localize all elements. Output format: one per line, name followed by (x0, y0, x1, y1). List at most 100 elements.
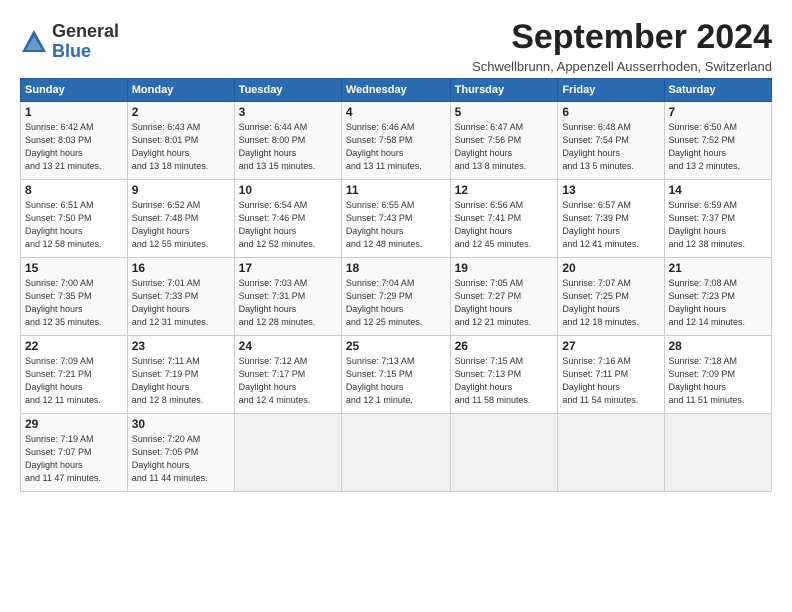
day-info: Sunrise: 6:44 AM Sunset: 8:00 PM Dayligh… (239, 121, 337, 173)
day-info: Sunrise: 7:05 AM Sunset: 7:27 PM Dayligh… (455, 277, 554, 329)
calendar-cell: 10 Sunrise: 6:54 AM Sunset: 7:46 PM Dayl… (234, 180, 341, 258)
day-info: Sunrise: 6:52 AM Sunset: 7:48 PM Dayligh… (132, 199, 230, 251)
page: General Blue September 2024 Schwellbrunn… (0, 0, 792, 612)
day-number: 29 (25, 417, 123, 431)
day-number: 8 (25, 183, 123, 197)
day-info: Sunrise: 7:12 AM Sunset: 7:17 PM Dayligh… (239, 355, 337, 407)
calendar-cell (234, 414, 341, 492)
calendar-cell: 5 Sunrise: 6:47 AM Sunset: 7:56 PM Dayli… (450, 102, 558, 180)
calendar-cell: 30 Sunrise: 7:20 AM Sunset: 7:05 PM Dayl… (127, 414, 234, 492)
calendar-cell: 25 Sunrise: 7:13 AM Sunset: 7:15 PM Dayl… (341, 336, 450, 414)
calendar-cell: 17 Sunrise: 7:03 AM Sunset: 7:31 PM Dayl… (234, 258, 341, 336)
calendar-cell: 23 Sunrise: 7:11 AM Sunset: 7:19 PM Dayl… (127, 336, 234, 414)
day-number: 9 (132, 183, 230, 197)
day-number: 7 (669, 105, 768, 119)
day-info: Sunrise: 7:18 AM Sunset: 7:09 PM Dayligh… (669, 355, 768, 407)
calendar-cell: 6 Sunrise: 6:48 AM Sunset: 7:54 PM Dayli… (558, 102, 664, 180)
weekday-header: Wednesday (341, 79, 450, 102)
day-number: 24 (239, 339, 337, 353)
calendar-cell: 2 Sunrise: 6:43 AM Sunset: 8:01 PM Dayli… (127, 102, 234, 180)
logo-blue: Blue (52, 42, 119, 62)
day-number: 17 (239, 261, 337, 275)
logo-text: General Blue (52, 22, 119, 62)
calendar-cell (664, 414, 772, 492)
day-number: 6 (562, 105, 659, 119)
day-info: Sunrise: 6:50 AM Sunset: 7:52 PM Dayligh… (669, 121, 768, 173)
day-number: 21 (669, 261, 768, 275)
day-number: 14 (669, 183, 768, 197)
calendar-week-row: 1 Sunrise: 6:42 AM Sunset: 8:03 PM Dayli… (21, 102, 772, 180)
calendar-cell: 20 Sunrise: 7:07 AM Sunset: 7:25 PM Dayl… (558, 258, 664, 336)
day-number: 10 (239, 183, 337, 197)
calendar-cell: 12 Sunrise: 6:56 AM Sunset: 7:41 PM Dayl… (450, 180, 558, 258)
day-info: Sunrise: 7:08 AM Sunset: 7:23 PM Dayligh… (669, 277, 768, 329)
day-info: Sunrise: 6:48 AM Sunset: 7:54 PM Dayligh… (562, 121, 659, 173)
calendar-cell: 24 Sunrise: 7:12 AM Sunset: 7:17 PM Dayl… (234, 336, 341, 414)
day-number: 4 (346, 105, 446, 119)
day-number: 26 (455, 339, 554, 353)
calendar-table: SundayMondayTuesdayWednesdayThursdayFrid… (20, 78, 772, 492)
day-info: Sunrise: 7:15 AM Sunset: 7:13 PM Dayligh… (455, 355, 554, 407)
day-info: Sunrise: 7:03 AM Sunset: 7:31 PM Dayligh… (239, 277, 337, 329)
day-number: 22 (25, 339, 123, 353)
calendar-cell (341, 414, 450, 492)
day-number: 28 (669, 339, 768, 353)
calendar-cell: 27 Sunrise: 7:16 AM Sunset: 7:11 PM Dayl… (558, 336, 664, 414)
day-number: 1 (25, 105, 123, 119)
day-number: 12 (455, 183, 554, 197)
title-block: September 2024 Schwellbrunn, Appenzell A… (472, 18, 772, 74)
calendar-cell: 13 Sunrise: 6:57 AM Sunset: 7:39 PM Dayl… (558, 180, 664, 258)
logo: General Blue (20, 22, 119, 62)
calendar-cell: 14 Sunrise: 6:59 AM Sunset: 7:37 PM Dayl… (664, 180, 772, 258)
calendar-cell: 28 Sunrise: 7:18 AM Sunset: 7:09 PM Dayl… (664, 336, 772, 414)
day-number: 20 (562, 261, 659, 275)
weekday-header: Sunday (21, 79, 128, 102)
calendar-cell: 22 Sunrise: 7:09 AM Sunset: 7:21 PM Dayl… (21, 336, 128, 414)
calendar-cell: 8 Sunrise: 6:51 AM Sunset: 7:50 PM Dayli… (21, 180, 128, 258)
calendar-cell: 9 Sunrise: 6:52 AM Sunset: 7:48 PM Dayli… (127, 180, 234, 258)
weekday-header: Thursday (450, 79, 558, 102)
day-number: 13 (562, 183, 659, 197)
day-number: 19 (455, 261, 554, 275)
calendar-week-row: 8 Sunrise: 6:51 AM Sunset: 7:50 PM Dayli… (21, 180, 772, 258)
day-number: 27 (562, 339, 659, 353)
day-info: Sunrise: 6:42 AM Sunset: 8:03 PM Dayligh… (25, 121, 123, 173)
calendar-cell: 19 Sunrise: 7:05 AM Sunset: 7:27 PM Dayl… (450, 258, 558, 336)
calendar-week-row: 22 Sunrise: 7:09 AM Sunset: 7:21 PM Dayl… (21, 336, 772, 414)
day-number: 11 (346, 183, 446, 197)
day-number: 25 (346, 339, 446, 353)
weekday-header: Tuesday (234, 79, 341, 102)
day-number: 3 (239, 105, 337, 119)
calendar-cell: 16 Sunrise: 7:01 AM Sunset: 7:33 PM Dayl… (127, 258, 234, 336)
calendar-cell: 18 Sunrise: 7:04 AM Sunset: 7:29 PM Dayl… (341, 258, 450, 336)
calendar-week-row: 29 Sunrise: 7:19 AM Sunset: 7:07 PM Dayl… (21, 414, 772, 492)
weekday-header: Friday (558, 79, 664, 102)
day-info: Sunrise: 7:20 AM Sunset: 7:05 PM Dayligh… (132, 433, 230, 485)
day-info: Sunrise: 7:00 AM Sunset: 7:35 PM Dayligh… (25, 277, 123, 329)
day-info: Sunrise: 7:16 AM Sunset: 7:11 PM Dayligh… (562, 355, 659, 407)
logo-general: General (52, 22, 119, 42)
calendar-cell: 21 Sunrise: 7:08 AM Sunset: 7:23 PM Dayl… (664, 258, 772, 336)
calendar-cell: 1 Sunrise: 6:42 AM Sunset: 8:03 PM Dayli… (21, 102, 128, 180)
day-info: Sunrise: 6:46 AM Sunset: 7:58 PM Dayligh… (346, 121, 446, 173)
calendar-cell: 3 Sunrise: 6:44 AM Sunset: 8:00 PM Dayli… (234, 102, 341, 180)
day-info: Sunrise: 7:13 AM Sunset: 7:15 PM Dayligh… (346, 355, 446, 407)
day-number: 18 (346, 261, 446, 275)
day-info: Sunrise: 7:01 AM Sunset: 7:33 PM Dayligh… (132, 277, 230, 329)
day-info: Sunrise: 7:07 AM Sunset: 7:25 PM Dayligh… (562, 277, 659, 329)
day-info: Sunrise: 7:11 AM Sunset: 7:19 PM Dayligh… (132, 355, 230, 407)
day-info: Sunrise: 6:59 AM Sunset: 7:37 PM Dayligh… (669, 199, 768, 251)
calendar-cell (558, 414, 664, 492)
day-info: Sunrise: 6:43 AM Sunset: 8:01 PM Dayligh… (132, 121, 230, 173)
day-info: Sunrise: 6:47 AM Sunset: 7:56 PM Dayligh… (455, 121, 554, 173)
day-info: Sunrise: 6:56 AM Sunset: 7:41 PM Dayligh… (455, 199, 554, 251)
logo-icon (20, 28, 48, 56)
calendar-cell: 4 Sunrise: 6:46 AM Sunset: 7:58 PM Dayli… (341, 102, 450, 180)
calendar-week-row: 15 Sunrise: 7:00 AM Sunset: 7:35 PM Dayl… (21, 258, 772, 336)
day-number: 15 (25, 261, 123, 275)
day-number: 2 (132, 105, 230, 119)
calendar-header-row: SundayMondayTuesdayWednesdayThursdayFrid… (21, 79, 772, 102)
day-number: 5 (455, 105, 554, 119)
day-info: Sunrise: 6:55 AM Sunset: 7:43 PM Dayligh… (346, 199, 446, 251)
day-info: Sunrise: 7:09 AM Sunset: 7:21 PM Dayligh… (25, 355, 123, 407)
